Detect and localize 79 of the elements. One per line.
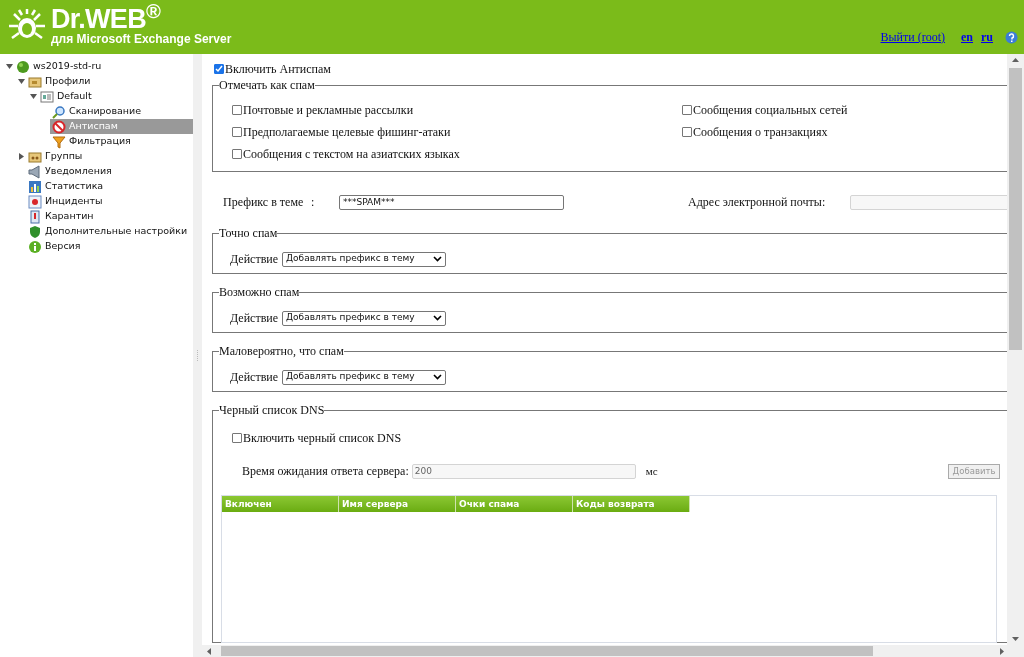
checkbox[interactable] <box>232 433 242 443</box>
section-title: Маловероятно, что спам <box>219 344 344 358</box>
checkbox[interactable] <box>232 149 242 159</box>
section-title: Отмечать как спам <box>219 78 315 92</box>
tree-item[interactable]: ws2019-std-ru <box>14 59 102 74</box>
field-label: Действие <box>230 310 279 327</box>
info-icon <box>28 239 42 254</box>
collapse-arrow-icon[interactable] <box>29 93 37 100</box>
chevron-down-icon <box>433 256 443 262</box>
vertical-scrollbar[interactable] <box>1007 54 1024 645</box>
prohibited-icon <box>52 119 66 134</box>
language-link[interactable]: ru <box>981 28 993 46</box>
field-label: Адрес электронной почты <box>688 194 822 211</box>
tree-item[interactable]: Инциденты <box>26 194 103 209</box>
chevron-down-icon <box>433 374 443 380</box>
grip-icon <box>196 349 199 362</box>
incident-icon <box>28 194 42 209</box>
scroll-down-icon[interactable] <box>1012 637 1019 641</box>
chevron-down-icon <box>433 315 443 321</box>
folder-icon <box>28 149 42 164</box>
logo-wordmark: Dr.WEB$^{®}$ <box>51 5 162 33</box>
tree-item[interactable]: Дополнительные настройки <box>26 224 188 239</box>
section-title: Возможно спам <box>219 285 300 299</box>
tree-item[interactable]: Группы <box>26 149 83 164</box>
funnel-icon <box>52 134 66 149</box>
help-icon[interactable] <box>1005 30 1018 44</box>
collapse-arrow-icon[interactable] <box>5 63 13 70</box>
checkbox[interactable] <box>682 127 692 137</box>
logo-subtitle: для Microsoft Exchange Server <box>51 33 232 46</box>
bar-chart-icon <box>28 179 42 194</box>
checkbox-label: Сообщения социальных сетей <box>693 102 848 119</box>
profile-card-icon <box>40 89 54 104</box>
action-dropdown[interactable]: Добавлять префикс в тему <box>282 369 447 385</box>
scrollbar-thumb[interactable] <box>221 646 873 656</box>
checkbox[interactable] <box>214 64 224 74</box>
action-dropdown[interactable]: Добавлять префикс в тему <box>282 251 447 267</box>
tree-item[interactable]: Default <box>38 89 92 104</box>
field-label: Действие <box>230 251 279 268</box>
section-title: Точно спам <box>219 226 278 240</box>
action-dropdown[interactable]: Добавлять префикс в тему <box>282 310 447 326</box>
checkbox[interactable] <box>232 127 242 137</box>
shield-icon <box>28 224 42 239</box>
megaphone-icon <box>28 164 42 179</box>
checkbox-label: Почтовые и рекламные рассылки <box>243 102 414 119</box>
colon: : <box>822 194 827 211</box>
magnifier-icon <box>52 104 66 119</box>
folder-icon <box>28 74 42 89</box>
field-label: Действие <box>230 369 279 386</box>
checkbox[interactable] <box>682 105 692 115</box>
field-label: Время ожидания ответа сервера: <box>242 463 409 480</box>
checkbox-label: Включить Антиспам <box>225 61 331 78</box>
checkbox-label: Сообщения с текстом на азиатских языках <box>243 146 460 163</box>
field-label: Префикс в теме <box>223 194 305 211</box>
expand-arrow-icon[interactable] <box>17 153 25 160</box>
tree-item[interactable]: Профили <box>26 74 91 89</box>
checkbox-label: Сообщения о транзакциях <box>693 124 828 141</box>
checkbox[interactable] <box>232 105 242 115</box>
language-link[interactable]: en <box>961 28 973 46</box>
logout-link[interactable]: Выйти (root) <box>880 28 945 46</box>
section-title: Черный список DNS <box>219 403 325 417</box>
tree-item[interactable]: Уведомления <box>26 164 112 179</box>
tree-item[interactable]: Статистика <box>26 179 104 194</box>
colon: : <box>311 194 316 211</box>
prefix-field[interactable]: ***SPAM*** <box>339 194 564 210</box>
scroll-right-icon[interactable] <box>1000 647 1004 655</box>
server-icon <box>16 59 30 74</box>
tree-item[interactable]: Фильтрация <box>50 134 131 149</box>
unit-label: мс <box>645 463 658 479</box>
horizontal-scrollbar[interactable] <box>202 645 1024 657</box>
tree-item[interactable]: Версия <box>26 239 81 254</box>
scrollbar-thumb[interactable] <box>1009 68 1022 350</box>
checkbox-label: Предполагаемые целевые фишинг-атаки <box>243 124 451 141</box>
quarantine-icon <box>28 209 42 224</box>
checkbox-label: Включить черный список DNS <box>243 430 402 447</box>
tree-item[interactable]: Карантин <box>26 209 94 224</box>
collapse-arrow-icon[interactable] <box>17 78 25 85</box>
scroll-up-icon[interactable] <box>1012 58 1019 62</box>
scroll-left-icon[interactable] <box>207 647 211 655</box>
tree-item[interactable]: Сканирование <box>50 104 142 119</box>
